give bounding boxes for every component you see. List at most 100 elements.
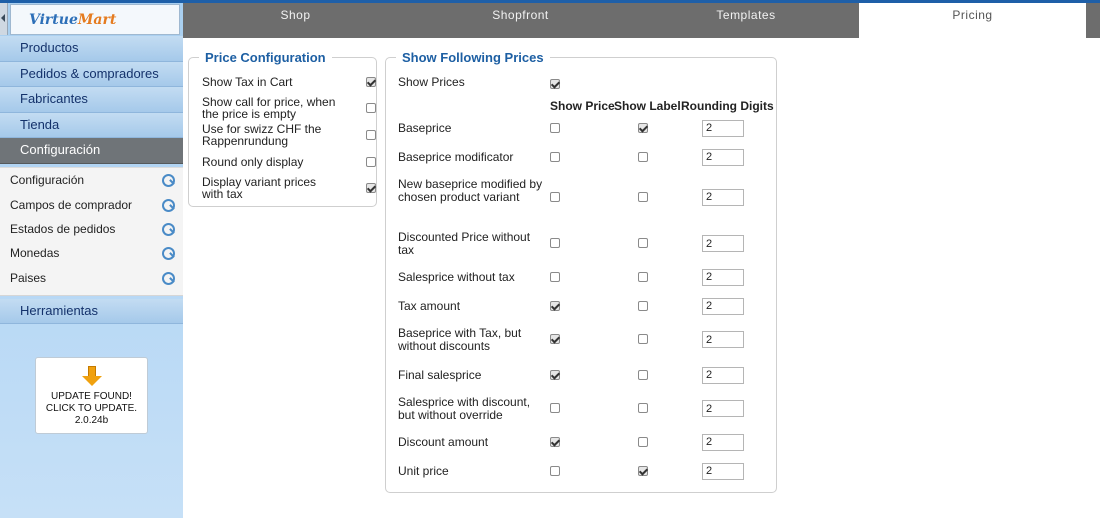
show-label-checkbox[interactable] [638, 122, 648, 133]
sidebar-item-productos[interactable]: Productos [0, 36, 183, 62]
price-row-label: Baseprice modificator [398, 150, 514, 164]
call-for-price-checkbox[interactable] [366, 103, 376, 113]
tab-templates[interactable]: Templates [633, 3, 859, 38]
column-header-rounding-digits: Rounding Digits [681, 99, 774, 113]
config-label: Use for swizz CHF the Rappenrundung [202, 122, 322, 148]
rappenrundung-checkbox[interactable] [366, 130, 376, 140]
show-price-checkbox[interactable] [550, 334, 560, 344]
show-price-checkbox[interactable] [550, 191, 560, 202]
round-only-display-checkbox[interactable] [366, 157, 376, 167]
update-line-1: UPDATE FOUND! [51, 391, 132, 402]
show-price-checkbox[interactable] [550, 151, 560, 162]
show-following-prices-panel: Show Following Prices Show Prices Show P… [385, 50, 777, 493]
sidebar-item-tienda[interactable]: Tienda [0, 112, 183, 138]
show-label-checkbox[interactable] [638, 465, 648, 476]
submenu-item-paises[interactable]: Paises [0, 266, 183, 290]
rounding-digits-input[interactable] [702, 188, 744, 206]
rounding-digits-input[interactable] [702, 119, 744, 137]
rounding-digits-input[interactable] [702, 268, 744, 286]
config-row-show-tax: Show Tax in Cart [202, 75, 376, 89]
tab-pricing[interactable]: Pricing [859, 3, 1086, 38]
config-row-variant-tax: Display variant prices with tax [202, 175, 376, 201]
submenu-item-configuracion[interactable]: Configuración [0, 168, 183, 192]
price-row-label: Final salesprice [398, 368, 482, 382]
show-price-checkbox[interactable] [550, 122, 560, 133]
submenu-item-estados[interactable]: Estados de pedidos [0, 217, 183, 241]
tab-shop[interactable]: Shop [183, 3, 408, 38]
submenu-label: Campos de comprador [10, 197, 133, 212]
show-label-checkbox[interactable] [638, 403, 648, 413]
wrench-icon [161, 222, 175, 236]
show-tax-checkbox[interactable] [366, 77, 376, 87]
rounding-digits-input[interactable] [702, 235, 744, 252]
show-price-checkbox[interactable] [550, 436, 560, 447]
rounding-digits-input[interactable] [702, 433, 744, 451]
download-arrow-icon [80, 366, 104, 388]
show-price-checkbox[interactable] [550, 238, 560, 248]
rounding-digits-input[interactable] [702, 297, 744, 315]
show-label-checkbox[interactable] [638, 300, 648, 311]
config-label: Show Tax in Cart [202, 75, 293, 89]
submenu-label: Configuración [10, 173, 85, 188]
price-row-label: Discounted Price without tax [398, 230, 531, 257]
price-row-label: Discount amount [398, 435, 489, 449]
show-prices-label: Show Prices [398, 75, 465, 89]
logo-text-part1: Virtue [29, 11, 78, 28]
wrench-icon [161, 246, 175, 261]
submenu-label: Paises [10, 270, 47, 285]
price-row-label: Baseprice with Tax, but without discount… [398, 326, 522, 353]
rounding-digits-input[interactable] [702, 148, 744, 166]
sidebar-item-fabricantes[interactable]: Fabricantes [0, 87, 183, 113]
sidebar-item-pedidos[interactable]: Pedidos & compradores [0, 61, 183, 87]
show-label-checkbox[interactable] [638, 151, 648, 162]
logo-text-part2: Mart [77, 11, 117, 28]
price-row-label: Baseprice [398, 121, 452, 135]
rounding-digits-input[interactable] [702, 462, 744, 480]
wrench-icon [161, 173, 175, 188]
show-label-checkbox[interactable] [638, 271, 648, 282]
show-price-checkbox[interactable] [550, 403, 560, 413]
show-label-checkbox[interactable] [638, 436, 648, 447]
sidebar-menu: Productos Pedidos & compradores Fabrican… [0, 36, 183, 164]
submenu-item-campos[interactable]: Campos de comprador [0, 192, 183, 216]
show-prices-checkbox[interactable] [550, 79, 560, 89]
show-label-checkbox[interactable] [638, 191, 648, 202]
show-label-checkbox[interactable] [638, 369, 648, 380]
price-configuration-panel: Price Configuration Show Tax in Cart Sho… [188, 50, 377, 207]
sidebar: VirtueMart Productos Pedidos & comprador… [0, 3, 183, 518]
show-price-checkbox[interactable] [550, 465, 560, 476]
show-price-checkbox[interactable] [550, 271, 560, 282]
price-row-label: New baseprice modified by chosen product… [398, 177, 543, 204]
page: VirtueMart Productos Pedidos & comprador… [0, 0, 1100, 518]
config-label: Round only display [202, 155, 304, 169]
show-label-checkbox[interactable] [638, 238, 648, 248]
config-row-rappen: Use for swizz CHF the Rappenrundung [202, 122, 376, 148]
rounding-digits-input[interactable] [702, 400, 744, 417]
collapse-sidebar-icon[interactable] [0, 3, 8, 35]
sidebar-item-configuracion[interactable]: Configuración [0, 138, 183, 164]
rounding-digits-input[interactable] [702, 331, 744, 348]
update-line-2: CLICK TO UPDATE. [45, 403, 138, 414]
tab-shopfront[interactable]: Shopfront [408, 3, 633, 38]
variant-prices-tax-checkbox[interactable] [366, 183, 376, 193]
update-button[interactable]: UPDATE FOUND! CLICK TO UPDATE. 2.0.24b [35, 357, 148, 434]
config-label: Show call for price, when the price is e… [202, 95, 336, 121]
show-following-prices-legend: Show Following Prices [396, 50, 550, 65]
price-configuration-legend: Price Configuration [199, 50, 332, 65]
column-header-show-price: Show Price [550, 99, 615, 113]
config-label: Display variant prices with tax [202, 175, 317, 201]
show-label-checkbox[interactable] [638, 334, 648, 344]
rounding-digits-input[interactable] [702, 366, 744, 384]
price-row-label: Salesprice without tax [398, 270, 515, 284]
tab-bar: Shop Shopfront Templates Pricing [183, 3, 1100, 38]
column-header-show-label: Show Label [614, 99, 681, 113]
submenu-label: Estados de pedidos [10, 221, 116, 236]
wrench-icon [161, 198, 175, 212]
sidebar-item-herramientas[interactable]: Herramientas [0, 299, 183, 324]
show-price-checkbox[interactable] [550, 300, 560, 311]
show-price-checkbox[interactable] [550, 369, 560, 380]
submenu-item-monedas[interactable]: Monedas [0, 241, 183, 265]
config-row-call-for-price: Show call for price, when the price is e… [202, 95, 376, 121]
virtuemart-logo[interactable]: VirtueMart [10, 4, 180, 35]
price-row-label: Unit price [398, 464, 449, 478]
